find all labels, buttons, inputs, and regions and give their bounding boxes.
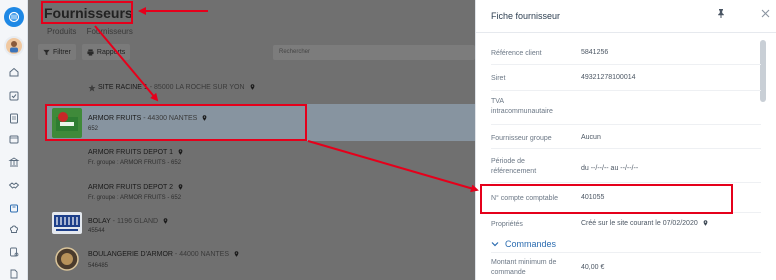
supplier-name: SITE RACINE 1: [98, 84, 148, 91]
filter-label: Filtrer: [53, 48, 71, 56]
divider: [491, 182, 761, 183]
checklist-icon[interactable]: [8, 90, 20, 102]
supplier-logo: [54, 246, 80, 272]
toolbar: Filtrer Rapports: [38, 44, 131, 60]
panel-scrollbar[interactable]: [760, 40, 766, 102]
site-icon: [88, 84, 96, 92]
location-pin-icon: [178, 184, 183, 190]
supplier-detail-panel: Fiche fournisseur Référence client 58412…: [475, 0, 776, 280]
box-icon[interactable]: [8, 202, 20, 214]
supplier-code: 546485: [88, 263, 109, 269]
close-icon[interactable]: [761, 9, 770, 18]
field-value-siret: 49321278100014: [581, 74, 636, 81]
location-pin-icon: [250, 84, 254, 90]
chevron-down-icon: [491, 242, 499, 247]
supplier-name: ARMOR FRUITS DEPOT 1: [88, 149, 174, 156]
recipe-icon[interactable]: [8, 246, 20, 258]
location-pin-icon: [163, 218, 168, 224]
divider: [491, 124, 761, 125]
breadcrumb-item-fournisseurs: Fournisseurs: [86, 27, 133, 36]
divider: [491, 252, 761, 253]
reports-label: Rapports: [96, 48, 126, 56]
filter-button[interactable]: Filtrer: [38, 44, 76, 60]
document-icon[interactable]: [8, 268, 20, 280]
supplier-name: BOLAY: [88, 218, 111, 225]
location-pin-icon: [178, 149, 183, 155]
location-pin-icon: [703, 220, 708, 226]
print-icon: [87, 48, 94, 56]
bank-icon[interactable]: [8, 156, 20, 168]
chef-hat-icon[interactable]: [8, 223, 20, 235]
supplier-group: Fr. groupe : ARMOR FRUITS - 652: [88, 195, 182, 201]
calendar-icon[interactable]: [8, 133, 20, 145]
field-label-periode: Période de référencement: [491, 158, 537, 175]
field-value-fournisseur-groupe: Aucun: [581, 134, 601, 141]
field-label-montant-minimum: Montant minimum de commande: [491, 259, 557, 276]
divider: [491, 90, 761, 91]
filter-icon: [43, 49, 50, 55]
field-label-fournisseur-groupe: Fournisseur groupe: [491, 135, 552, 142]
location-pin-icon: [234, 251, 239, 257]
sidebar-rail: [0, 0, 28, 280]
avatar[interactable]: [4, 36, 24, 56]
field-label-proprietes: Propriétés: [491, 221, 523, 228]
field-value-proprietes: Créé sur le site courant le 07/02/2020: [581, 220, 698, 227]
field-label-siret: Siret: [491, 75, 506, 82]
reports-button[interactable]: Rapports: [81, 44, 131, 60]
divider: [491, 64, 761, 65]
breadcrumb: Produits Fournisseurs: [47, 27, 133, 36]
annotation-box-compte-comptable: [480, 184, 733, 214]
field-value-reference-client: 5841256: [581, 49, 609, 56]
divider: [491, 148, 761, 149]
divider: [476, 32, 776, 33]
annotation-box-selected-supplier: [45, 104, 307, 141]
supplier-group: Fr. groupe : ARMOR FRUITS - 652: [88, 160, 182, 166]
field-value-periode[interactable]: du --/--/-- au --/--/--: [581, 165, 638, 172]
search-input[interactable]: Rechercher: [273, 45, 475, 60]
supplier-logo: [52, 212, 82, 234]
section-toggle-commandes[interactable]: Commandes: [491, 239, 556, 249]
supplier-name: ARMOR FRUITS DEPOT 2: [88, 184, 174, 191]
supplier-code: 45544: [88, 228, 105, 234]
field-label-reference-client: Référence client: [491, 50, 542, 57]
field-label-tva: TVA intracommunautaire: [491, 98, 553, 115]
field-value-montant-minimum: 40,00 €: [581, 264, 605, 271]
annotation-box-title: [41, 1, 133, 24]
clipboard-icon[interactable]: [8, 112, 20, 124]
home-icon[interactable]: [8, 66, 20, 78]
panel-title: Fiche fournisseur: [491, 11, 561, 21]
breadcrumb-item-produits[interactable]: Produits: [47, 27, 76, 36]
supplier-name: BOULANGERIE D'ARMOR: [88, 251, 173, 258]
handshake-icon[interactable]: [8, 179, 20, 191]
section-label: Commandes: [505, 239, 557, 249]
supplier-city: 1196 GLAND: [116, 218, 159, 225]
pin-icon[interactable]: [716, 8, 726, 18]
app-logo-icon[interactable]: [4, 7, 24, 27]
supplier-city: 44000 NANTES: [179, 251, 230, 258]
supplier-city: 85000 LA ROCHE SUR YON: [154, 84, 245, 91]
